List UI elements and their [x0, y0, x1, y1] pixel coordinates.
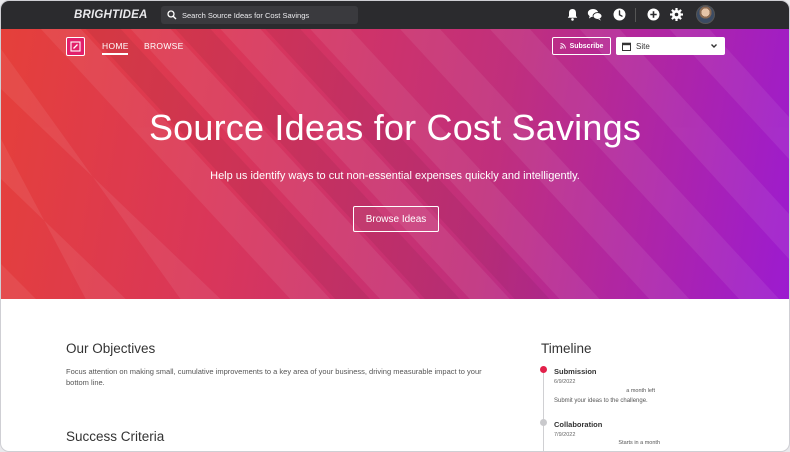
brightidea-logo[interactable]: BRIGHTIDEA [74, 9, 148, 21]
challenge-logo[interactable] [66, 37, 85, 56]
timeline-phase-description: Submit your ideas to the challenge. [554, 398, 648, 404]
timeline-phase-relative: a month left [626, 388, 655, 394]
subscribe-label: Subscribe [569, 42, 604, 50]
nav-active-indicator [102, 53, 128, 55]
browser-frame: BRIGHTIDEA Search Source Ideas for Cost … [0, 0, 790, 452]
search-icon [167, 10, 177, 20]
clock-icon[interactable] [612, 7, 627, 22]
top-bar: BRIGHTIDEA Search Source Ideas for Cost … [1, 1, 789, 29]
timeline-line [543, 371, 544, 451]
page-subtitle: Help us identify ways to cut non-essenti… [210, 170, 580, 182]
timeline-dot-submission [540, 366, 547, 373]
search-input[interactable]: Search Source Ideas for Cost Savings [161, 6, 358, 24]
plus-icon[interactable] [646, 7, 661, 22]
timeline-phase-name[interactable]: Submission [554, 367, 597, 376]
objectives-text: Focus attention on making small, cumulat… [66, 367, 482, 387]
chevron-down-icon [711, 44, 717, 48]
timeline-phase-date: 7/9/2022 [554, 432, 576, 438]
browse-ideas-button[interactable]: Browse Ideas [353, 206, 439, 232]
timeline-phase-date: 6/9/2022 [554, 379, 576, 385]
topbar-divider [635, 8, 636, 22]
nav-home[interactable]: HOME [102, 41, 129, 51]
timeline-heading: Timeline [541, 341, 592, 356]
edit-square-icon [70, 41, 81, 52]
search-placeholder: Search Source Ideas for Cost Savings [182, 10, 310, 20]
avatar[interactable] [696, 5, 715, 24]
chat-icon[interactable] [587, 7, 603, 22]
rss-icon [559, 43, 566, 49]
gear-icon[interactable] [669, 7, 684, 22]
objectives-heading: Our Objectives [66, 341, 156, 356]
nav-browse[interactable]: BROWSE [144, 41, 184, 51]
site-dropdown-value: Site [636, 41, 650, 51]
calendar-icon [622, 42, 631, 51]
site-dropdown[interactable]: Site [616, 37, 725, 55]
timeline-dot-collaboration [540, 419, 547, 426]
page-title: Source Ideas for Cost Savings [148, 107, 642, 148]
success-criteria-heading: Success Criteria [66, 429, 165, 444]
hero-stripes-decoration [1, 29, 789, 299]
timeline-phase-name[interactable]: Collaboration [554, 420, 602, 429]
subscribe-button[interactable]: Subscribe [552, 37, 611, 55]
hero-banner: HOME BROWSE Subscribe Site Source Ideas … [1, 29, 789, 299]
timeline-phase-relative: Starts in a month [618, 440, 660, 446]
bell-icon[interactable] [565, 7, 580, 22]
